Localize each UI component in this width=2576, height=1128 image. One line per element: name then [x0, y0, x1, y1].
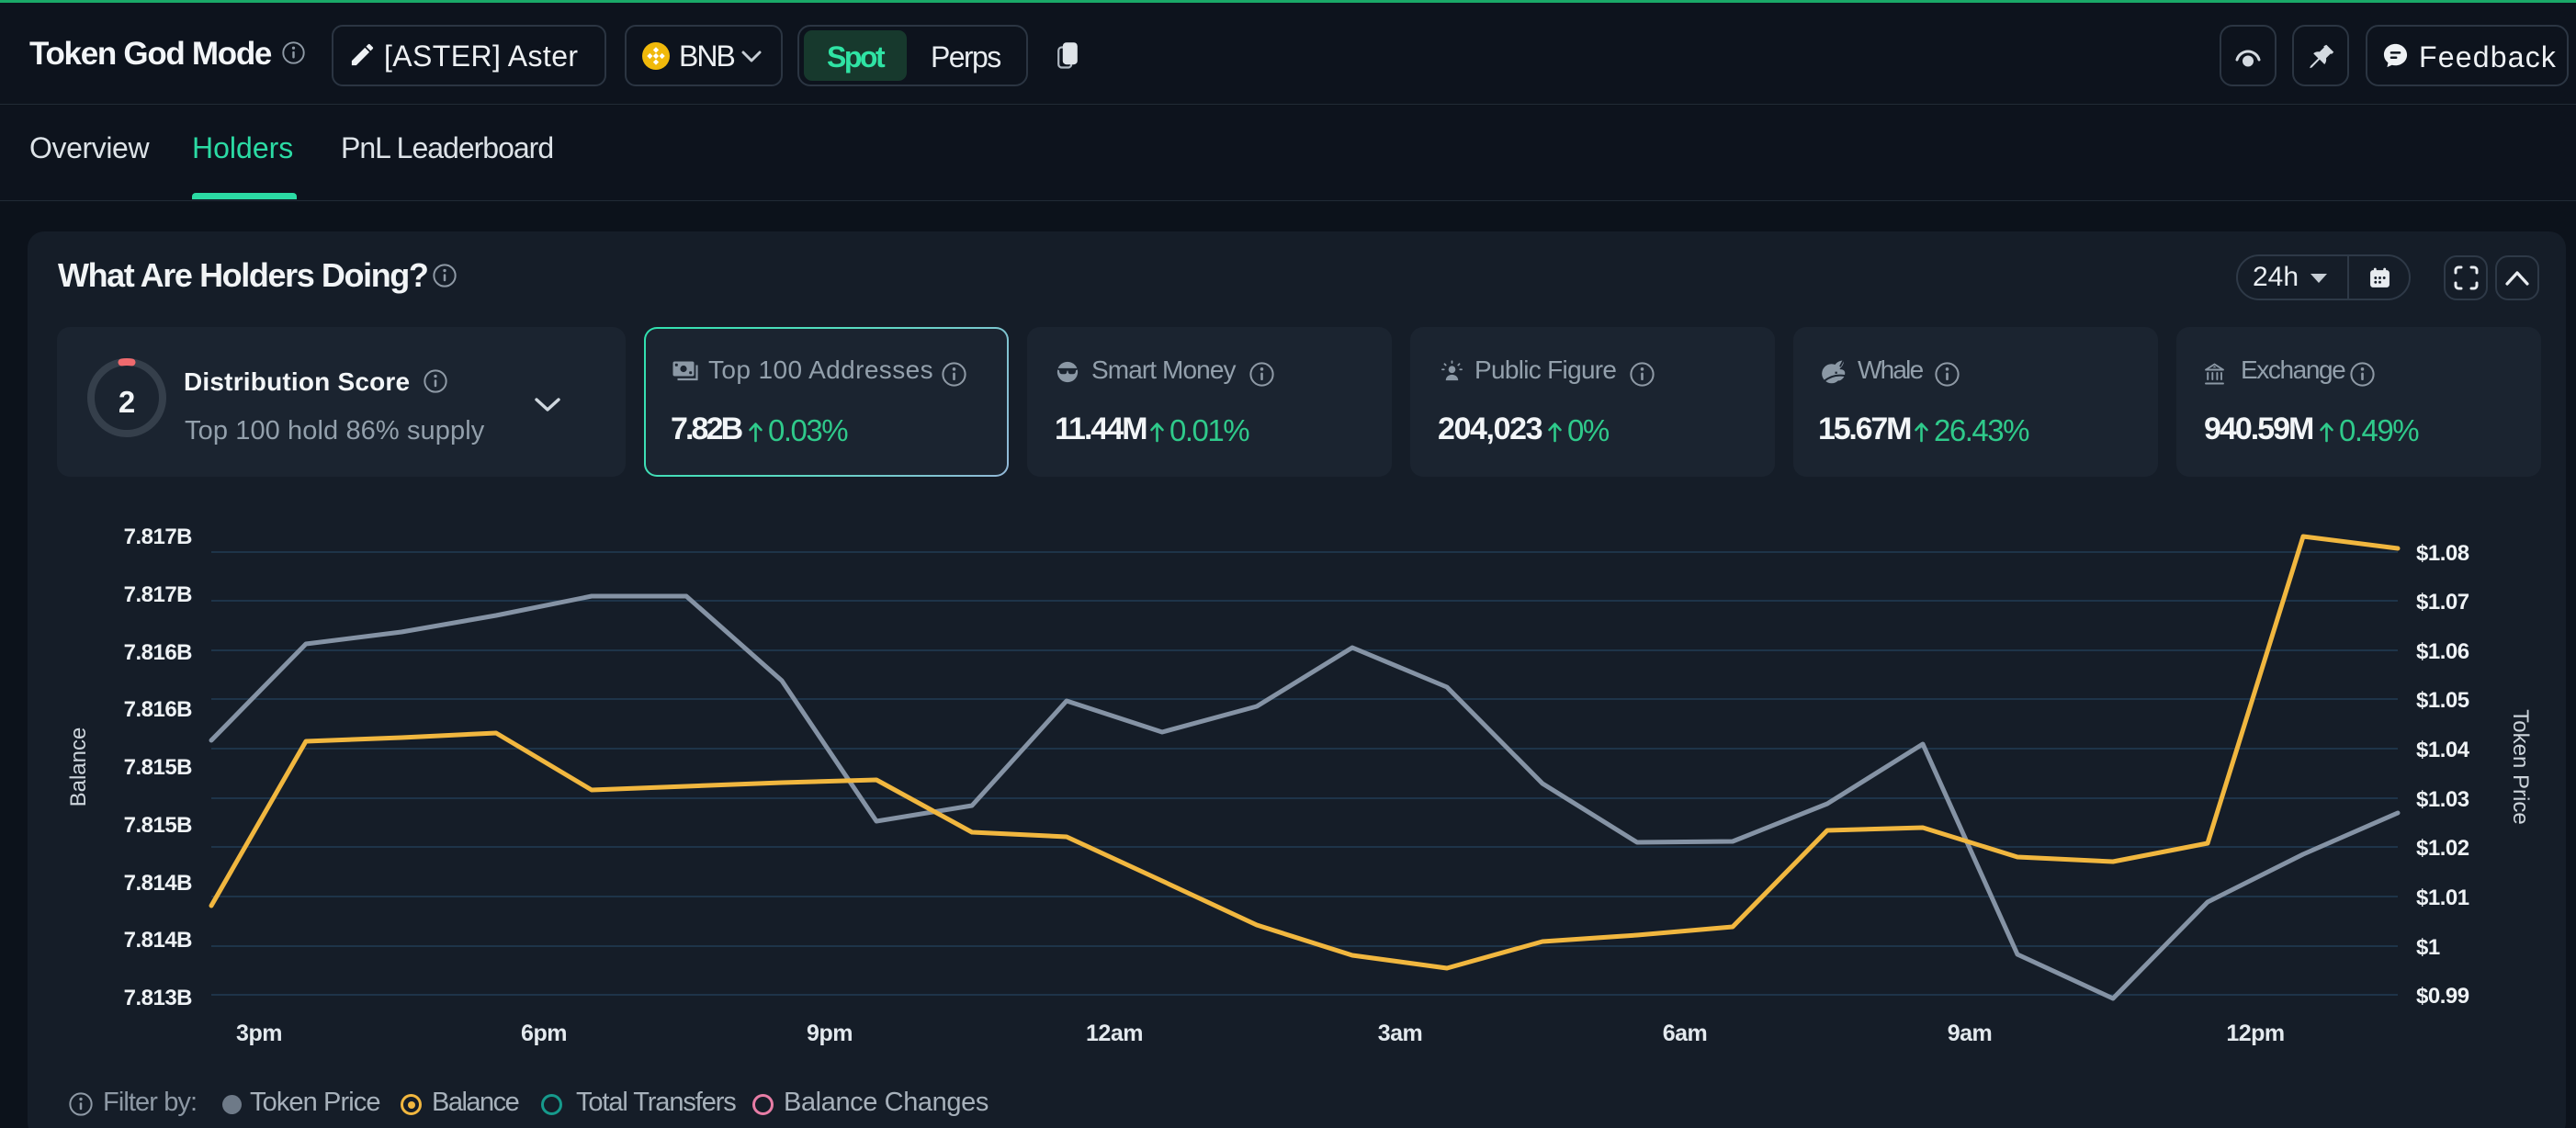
svg-text:$0.99: $0.99 — [2416, 984, 2469, 1009]
svg-text:$1.01: $1.01 — [2416, 885, 2469, 910]
svg-text:12pm: 12pm — [2226, 1021, 2284, 1046]
svg-text:$1.04: $1.04 — [2416, 738, 2470, 762]
svg-text:7.817B: 7.817B — [124, 582, 193, 607]
svg-text:12am: 12am — [1086, 1021, 1143, 1046]
svg-text:9am: 9am — [1948, 1021, 1993, 1046]
svg-text:$1.07: $1.07 — [2416, 590, 2469, 615]
svg-text:$1.08: $1.08 — [2416, 541, 2469, 566]
svg-text:7.817B: 7.817B — [124, 525, 193, 549]
svg-text:$1: $1 — [2416, 935, 2440, 960]
svg-text:$1.03: $1.03 — [2416, 787, 2469, 812]
svg-text:3pm: 3pm — [236, 1021, 282, 1046]
svg-text:6am: 6am — [1663, 1021, 1708, 1046]
svg-text:9pm: 9pm — [807, 1021, 853, 1046]
svg-text:7.814B: 7.814B — [124, 928, 193, 953]
svg-text:6pm: 6pm — [521, 1021, 567, 1046]
svg-text:3am: 3am — [1378, 1021, 1423, 1046]
svg-text:7.816B: 7.816B — [124, 640, 193, 665]
svg-text:Token Price: Token Price — [2508, 709, 2533, 824]
svg-text:7.814B: 7.814B — [124, 871, 193, 896]
svg-text:7.813B: 7.813B — [124, 986, 193, 1010]
svg-text:7.815B: 7.815B — [124, 813, 193, 838]
svg-text:Balance: Balance — [66, 728, 91, 807]
svg-text:$1.05: $1.05 — [2416, 688, 2469, 713]
svg-text:$1.02: $1.02 — [2416, 836, 2469, 861]
svg-text:7.815B: 7.815B — [124, 755, 193, 780]
svg-text:$1.06: $1.06 — [2416, 639, 2469, 664]
svg-text:7.816B: 7.816B — [124, 697, 193, 722]
